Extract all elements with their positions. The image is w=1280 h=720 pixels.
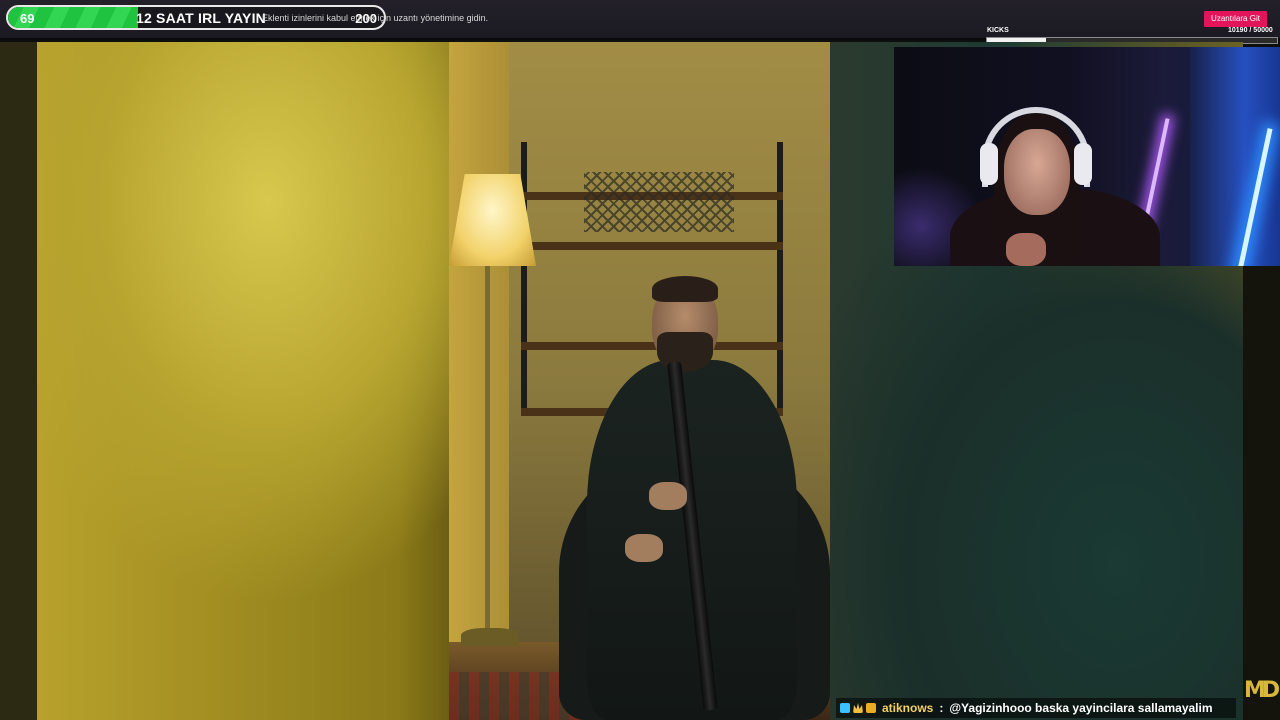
goal-current-value: 69 bbox=[20, 11, 35, 26]
top-overlay-bar: 69 12 SAAT IRL YAYIN 200 Eklenti izinler… bbox=[0, 0, 1280, 44]
video-shelf bbox=[521, 242, 783, 250]
video-lamp-base bbox=[461, 628, 519, 646]
chat-message-text: @Yagizinhooo baska yayincilara sallamaya… bbox=[949, 701, 1213, 715]
go-to-extensions-button[interactable]: Uzantılara Git bbox=[1204, 11, 1267, 27]
chat-username[interactable]: atiknows bbox=[882, 701, 933, 715]
right-border bbox=[1243, 265, 1280, 720]
video-musician-beard bbox=[657, 332, 713, 372]
video-lamp-pole bbox=[485, 266, 490, 636]
video-shelf bbox=[521, 342, 783, 350]
verified-badge-icon bbox=[840, 703, 850, 713]
webcam-streamer-hand bbox=[1006, 233, 1046, 266]
video-musician-hair bbox=[652, 276, 718, 302]
streamer-webcam bbox=[894, 47, 1280, 266]
extension-permission-notice: Eklenti izinlerini kabul etmek için uzan… bbox=[262, 13, 489, 23]
video-musician-hand bbox=[649, 482, 687, 510]
main-video-frame[interactable] bbox=[449, 42, 830, 720]
crown-badge-icon bbox=[853, 703, 863, 713]
video-musician-hand bbox=[625, 534, 663, 562]
chat-separator: : bbox=[939, 701, 944, 715]
goal-title: 12 SAAT IRL YAYIN bbox=[136, 10, 266, 26]
chat-message: atiknows : @Yagizinhooo baska yayincilar… bbox=[836, 698, 1236, 718]
headset-earcup bbox=[1074, 143, 1092, 185]
left-border bbox=[0, 42, 37, 720]
gift-badge-icon bbox=[866, 703, 876, 713]
video-shelf-mesh bbox=[584, 172, 734, 232]
kicks-count: 10190 / 50000 bbox=[1228, 27, 1273, 34]
headset-earcup bbox=[980, 143, 998, 185]
channel-logo: MD bbox=[1244, 678, 1280, 703]
kicks-label: KICKS bbox=[987, 27, 1009, 34]
